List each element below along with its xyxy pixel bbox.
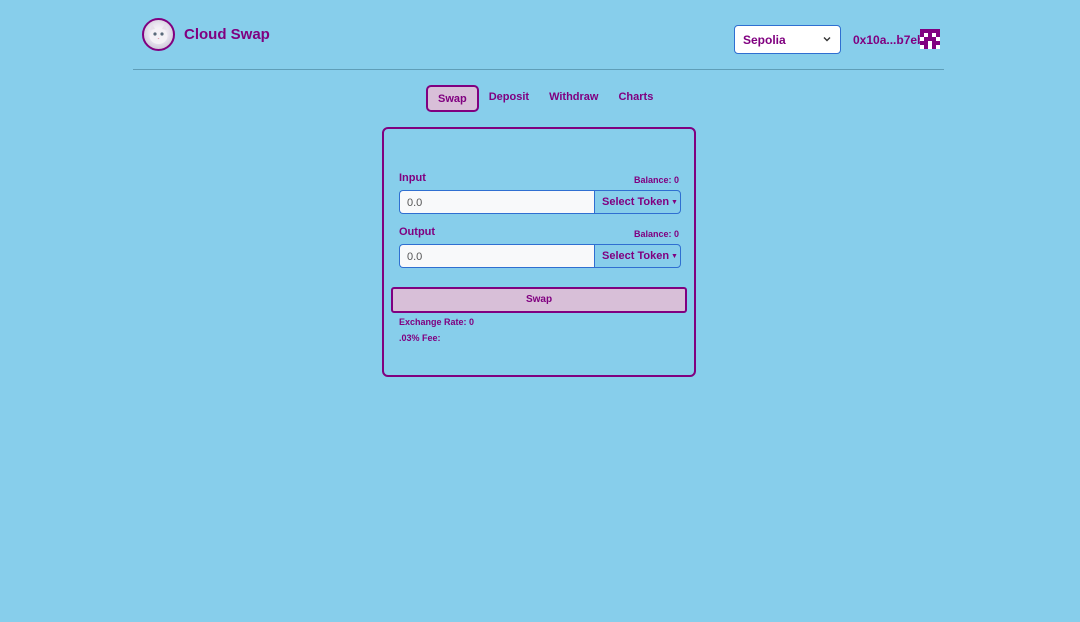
swap-card: Input Balance: 0 0.0 Select Token ▼ Outpu…	[382, 127, 696, 377]
input-select-token-label: Select Token	[602, 196, 670, 208]
output-select-token-label: Select Token	[602, 250, 670, 262]
tab-deposit[interactable]: Deposit	[479, 85, 539, 112]
chevron-down-icon	[823, 37, 831, 42]
output-label: Output	[399, 226, 436, 238]
input-select-token-button[interactable]: Select Token ▼	[594, 190, 681, 214]
input-label: Input	[399, 172, 426, 184]
input-balance: Balance: 0	[633, 175, 679, 185]
caret-down-icon: ▼	[671, 253, 678, 260]
network-select[interactable]: Sepolia	[734, 25, 841, 54]
tab-charts[interactable]: Charts	[608, 85, 663, 112]
input-amount-field[interactable]: 0.0	[399, 190, 594, 214]
tab-withdraw[interactable]: Withdraw	[539, 85, 608, 112]
nav-tabs: Swap Deposit Withdraw Charts	[426, 85, 663, 112]
output-select-token-button[interactable]: Select Token ▼	[594, 244, 681, 268]
brand-name: Cloud Swap	[184, 26, 270, 43]
tab-swap[interactable]: Swap	[426, 85, 479, 112]
network-selected-value: Sepolia	[743, 33, 786, 47]
caret-down-icon: ▼	[671, 199, 678, 206]
exchange-rate: Exchange Rate: 0	[399, 317, 475, 327]
output-amount-field[interactable]: 0.0	[399, 244, 594, 268]
identicon-icon[interactable]	[920, 29, 940, 49]
fee-info: .03% Fee:	[399, 333, 441, 343]
brand[interactable]: Cloud Swap	[142, 18, 270, 51]
output-balance: Balance: 0	[633, 229, 679, 239]
swap-button[interactable]: Swap	[391, 287, 687, 313]
input-group: 0.0 Select Token ▼	[399, 190, 681, 214]
account-address[interactable]: 0x10a...b7eb	[853, 33, 924, 47]
cat-avatar-icon	[142, 18, 175, 51]
output-group: 0.0 Select Token ▼	[399, 244, 681, 268]
navbar: Cloud Swap Sepolia 0x10a...b7eb	[133, 0, 944, 70]
